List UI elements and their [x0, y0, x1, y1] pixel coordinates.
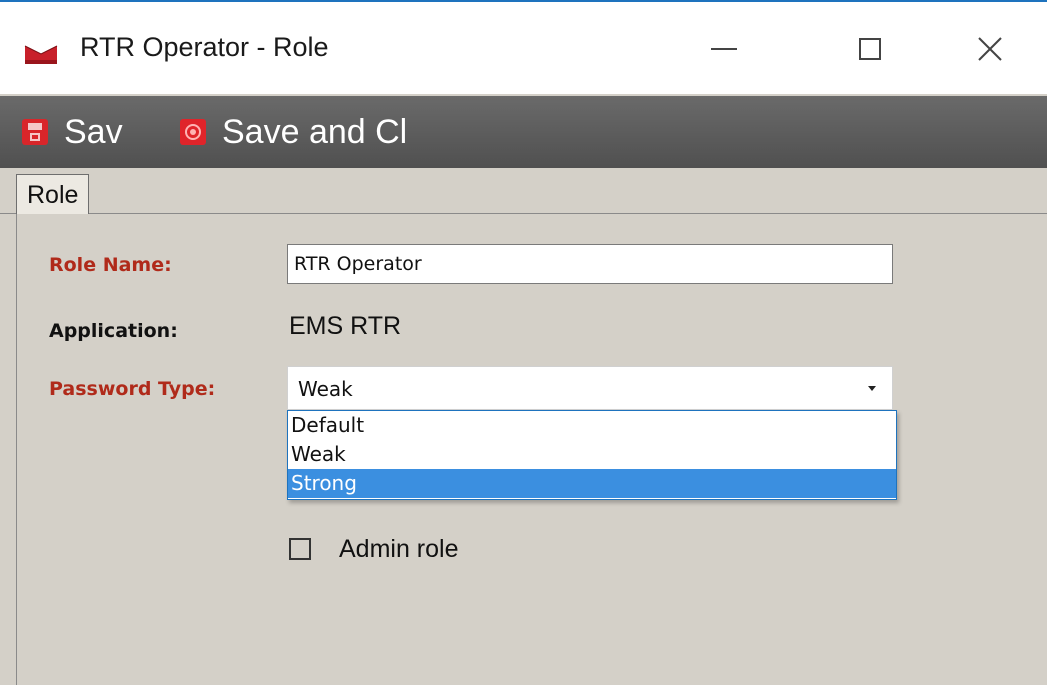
save-close-icon	[180, 119, 206, 145]
application-value: EMS RTR	[289, 312, 402, 340]
password-type-selected-value: Weak	[298, 377, 353, 401]
minimize-button[interactable]	[694, 24, 754, 74]
admin-role-checkbox[interactable]	[289, 538, 311, 560]
tab-role[interactable]: Role	[16, 174, 90, 214]
maximize-button[interactable]	[840, 24, 900, 74]
password-type-label: Password Type:	[49, 378, 216, 400]
dropdown-option-weak[interactable]: Weak	[288, 440, 896, 469]
password-type-dropdown-list: Default Weak Strong	[287, 410, 897, 500]
tab-strip: Role	[0, 168, 1047, 214]
save-icon	[22, 119, 48, 145]
role-form-panel: Role Name: Application: EMS RTR Password…	[16, 214, 1047, 685]
role-name-input[interactable]	[287, 244, 893, 284]
save-and-close-button[interactable]: Save and Cl	[180, 110, 407, 154]
role-dialog-window: RTR Operator - Role Sav Save and Cl Role	[0, 0, 1047, 685]
maximize-icon	[859, 38, 881, 60]
window-title: RTR Operator - Role	[80, 32, 329, 62]
role-name-label: Role Name:	[49, 254, 172, 276]
folder-tray-icon	[24, 45, 58, 64]
close-button[interactable]	[960, 24, 1020, 74]
save-button-label: Sav	[64, 112, 123, 151]
admin-role-row[interactable]: Admin role	[289, 532, 459, 566]
toolbar: Sav Save and Cl	[0, 96, 1047, 168]
minimize-icon	[711, 48, 737, 50]
admin-role-label: Admin role	[339, 534, 459, 563]
application-label: Application:	[49, 320, 178, 342]
save-and-close-label: Save and Cl	[222, 112, 408, 151]
title-bar: RTR Operator - Role	[0, 2, 1047, 94]
dropdown-arrow-icon	[868, 386, 876, 391]
dropdown-option-default[interactable]: Default	[288, 411, 896, 440]
close-icon	[978, 37, 1002, 61]
save-button[interactable]: Sav	[22, 110, 123, 154]
dropdown-option-strong[interactable]: Strong	[288, 469, 896, 498]
password-type-select[interactable]: Weak	[287, 366, 893, 410]
